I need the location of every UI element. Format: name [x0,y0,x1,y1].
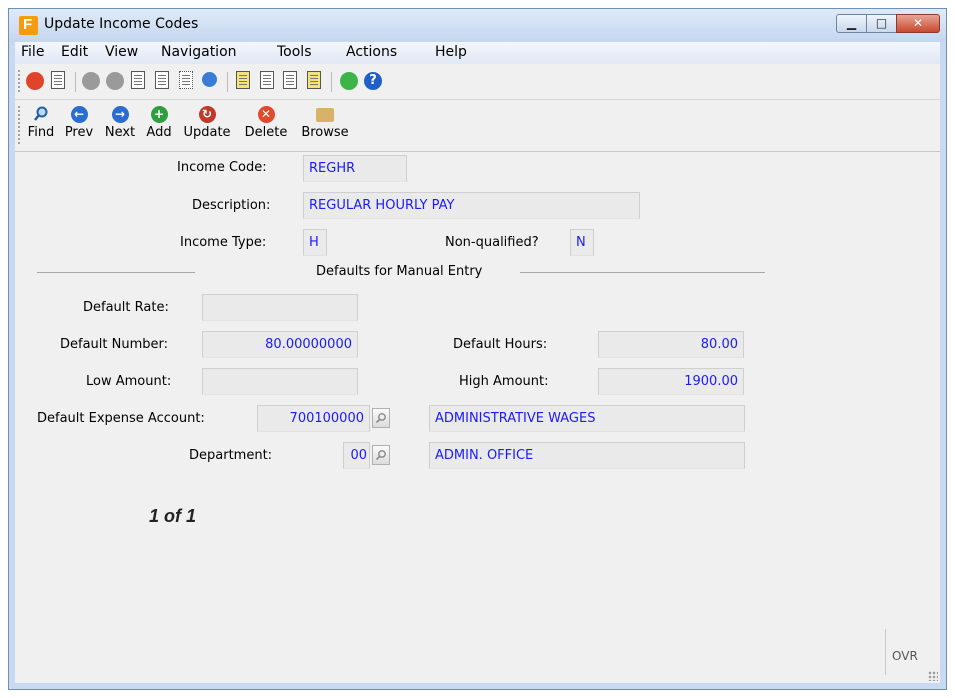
maximize-icon: □ [875,16,888,30]
schedule-icon[interactable] [307,71,321,89]
minimize-icon: ▁ [846,16,857,30]
default-hours-field[interactable]: 80.00 [598,331,744,358]
app-window: Update Income Codes ▁ □ ✕ File Edit View… [8,8,947,690]
accept-icon[interactable] [82,72,100,90]
find-button[interactable]: Find [23,104,59,148]
notes-icon[interactable] [283,71,297,89]
title-bar[interactable]: Update Income Codes ▁ □ ✕ [9,9,946,42]
department-label: Department: [189,448,273,463]
browse-label: Browse [301,125,349,140]
delete-x-icon: ✕ [257,106,275,123]
calendar-icon[interactable] [236,71,250,89]
arrow-left-icon: ← [70,106,88,123]
help-icon[interactable]: ? [364,72,382,90]
close-button[interactable]: ✕ [896,14,940,33]
expense-account-field[interactable]: 700100000 [257,405,370,432]
toolbar-grip[interactable] [18,106,22,144]
menu-help[interactable]: Help [435,44,467,60]
record-counter: 1 of 1 [149,506,197,526]
expense-account-lookup-button[interactable] [372,408,390,428]
update-label: Update [183,125,231,140]
save-icon[interactable] [51,71,65,89]
low-amount-label: Low Amount: [86,374,172,389]
close-icon: ✕ [912,16,924,30]
magnifier-icon [33,106,50,123]
default-number-field[interactable]: 80.00000000 [202,331,358,358]
toolbar-separator [75,72,76,92]
add-label: Add [146,125,172,140]
action-toolbar: Find ← Prev → Next + Add ↻ Update ✕ Dele… [15,100,940,152]
income-code-form: Income Code: REGHR Description: REGULAR … [15,152,940,683]
toolbar-separator [331,72,332,92]
non-qualified-label: Non-qualified? [445,235,539,250]
income-type-label: Income Type: [180,235,267,250]
zoom-icon[interactable] [202,72,217,87]
menu-file[interactable]: File [21,44,44,60]
low-amount-field[interactable] [202,368,358,395]
description-label: Description: [192,198,271,213]
defaults-section-title: Defaults for Manual Entry [316,264,483,279]
icon-toolbar: ? [15,64,940,100]
power-icon[interactable] [26,72,44,90]
window-title: Update Income Codes [44,16,199,32]
high-amount-label: High Amount: [459,374,549,389]
copy-icon[interactable] [131,71,145,89]
arrow-right-icon: → [111,106,129,123]
select-all-icon[interactable] [179,71,193,89]
default-number-label: Default Number: [60,337,169,352]
description-field[interactable]: REGULAR HOURLY PAY [303,192,640,219]
default-rate-field[interactable] [202,294,358,321]
default-hours-label: Default Hours: [453,337,548,352]
lookup-magnifier-icon [375,450,386,461]
menu-tools[interactable]: Tools [277,44,312,60]
non-qualified-field[interactable]: N [570,229,594,256]
lookup-magnifier-icon [375,413,386,424]
minimize-button[interactable]: ▁ [836,14,867,33]
expense-account-description: ADMINISTRATIVE WAGES [429,405,745,432]
default-rate-label: Default Rate: [83,300,169,315]
prev-label: Prev [64,125,94,140]
update-button[interactable]: ↻ Update [179,104,235,148]
plus-icon: + [150,106,168,123]
department-field[interactable]: 00 [343,442,370,469]
income-type-field[interactable]: H [303,229,327,256]
paste-icon[interactable] [155,71,169,89]
refresh-icon: ↻ [198,106,216,123]
menu-view[interactable]: View [105,44,138,60]
department-lookup-button[interactable] [372,445,390,465]
ovr-indicator: OVR [892,649,918,663]
status-ovr-pane: OVR [885,629,926,675]
toolbar-separator [227,72,228,92]
prev-button[interactable]: ← Prev [61,104,97,148]
section-divider-right [520,272,765,273]
menu-edit[interactable]: Edit [61,44,88,60]
next-label: Next [104,125,136,140]
toolbar-grip[interactable] [18,70,22,92]
delete-button[interactable]: ✕ Delete [240,104,292,148]
department-description: ADMIN. OFFICE [429,442,745,469]
high-amount-field[interactable]: 1900.00 [598,368,744,395]
find-label: Find [27,125,55,140]
section-divider-left [37,272,195,273]
cancel-icon[interactable] [106,72,124,90]
income-code-field[interactable]: REGHR [303,155,407,182]
menu-bar: File Edit View Navigation Tools Actions … [15,42,940,64]
expense-account-label: Default Expense Account: [37,411,205,426]
income-code-label: Income Code: [177,160,267,175]
attachment-icon[interactable] [260,71,274,89]
maximize-button[interactable]: □ [866,14,897,33]
resize-grip-icon[interactable] [928,671,938,681]
next-button[interactable]: → Next [101,104,139,148]
folder-icon [316,108,334,122]
app-logo-icon [19,16,38,35]
window-client: File Edit View Navigation Tools Actions … [15,42,940,683]
menu-navigation[interactable]: Navigation [161,44,237,60]
delete-label: Delete [244,125,288,140]
menu-actions[interactable]: Actions [346,44,397,60]
browse-button[interactable]: Browse [297,104,353,148]
trend-icon[interactable] [340,72,358,90]
add-button[interactable]: + Add [143,104,175,148]
